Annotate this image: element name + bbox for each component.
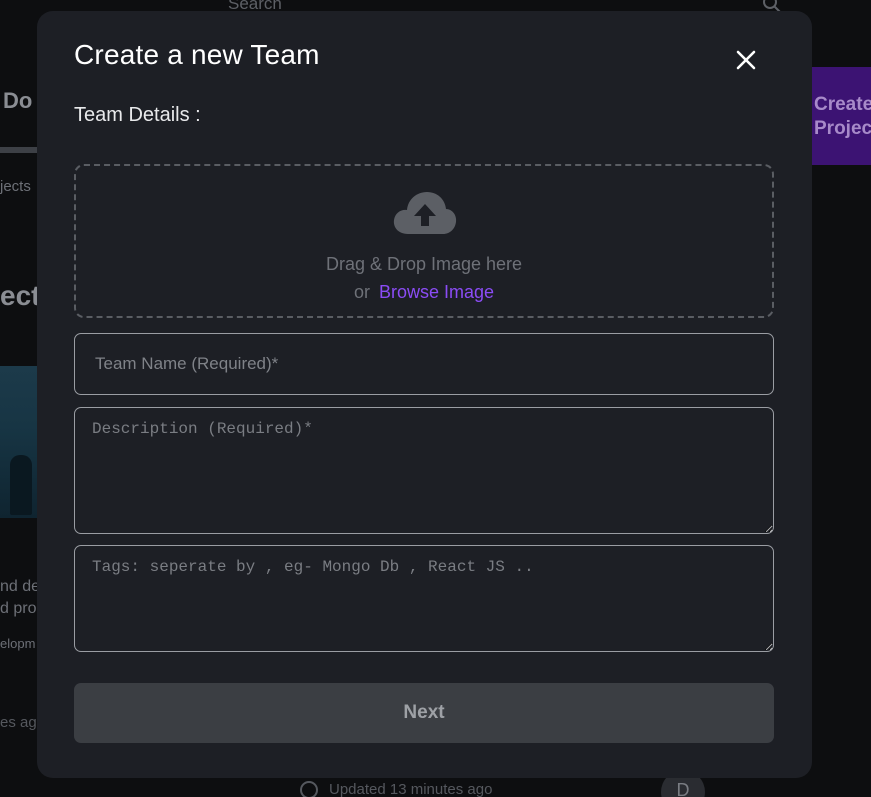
background-nav-tab[interactable]: Do bbox=[3, 88, 32, 114]
team-name-input[interactable] bbox=[74, 333, 774, 395]
background-sub-label: jects bbox=[0, 178, 31, 195]
background-section-title: ect bbox=[0, 280, 41, 311]
browse-row: or Browse Image bbox=[76, 282, 772, 303]
close-icon[interactable] bbox=[734, 48, 758, 72]
description-textarea[interactable] bbox=[74, 407, 774, 534]
background-create-project-button[interactable]: Create Project bbox=[806, 67, 871, 165]
background-tag: elopm bbox=[0, 636, 36, 651]
background-thumbnail-figure bbox=[10, 455, 32, 515]
team-details-label: Team Details : bbox=[74, 104, 201, 126]
modal-title: Create a new Team bbox=[74, 39, 320, 70]
background-description-line: d pro bbox=[0, 600, 37, 617]
clock-icon bbox=[300, 781, 318, 797]
create-team-modal: Create a new Team Team Details : Drag & … bbox=[37, 11, 812, 778]
next-button[interactable]: Next bbox=[74, 683, 774, 743]
background-nav-underline bbox=[0, 147, 40, 153]
cloud-upload-icon bbox=[393, 192, 457, 234]
dropzone-text: Drag & Drop Image here bbox=[325, 254, 523, 274]
image-dropzone[interactable]: Drag & Drop Image here or Browse Image bbox=[74, 164, 774, 318]
background-description-line: nd de bbox=[0, 578, 41, 595]
browse-or-label: or bbox=[353, 282, 370, 302]
page: Search Do jects ect nd de d pro elopm es… bbox=[0, 0, 871, 797]
browse-image-link[interactable]: Browse Image bbox=[379, 282, 494, 302]
tags-textarea[interactable] bbox=[74, 545, 774, 652]
background-updated-text: Updated 13 minutes ago bbox=[329, 781, 493, 797]
background-updated-text: es ag bbox=[0, 714, 37, 731]
